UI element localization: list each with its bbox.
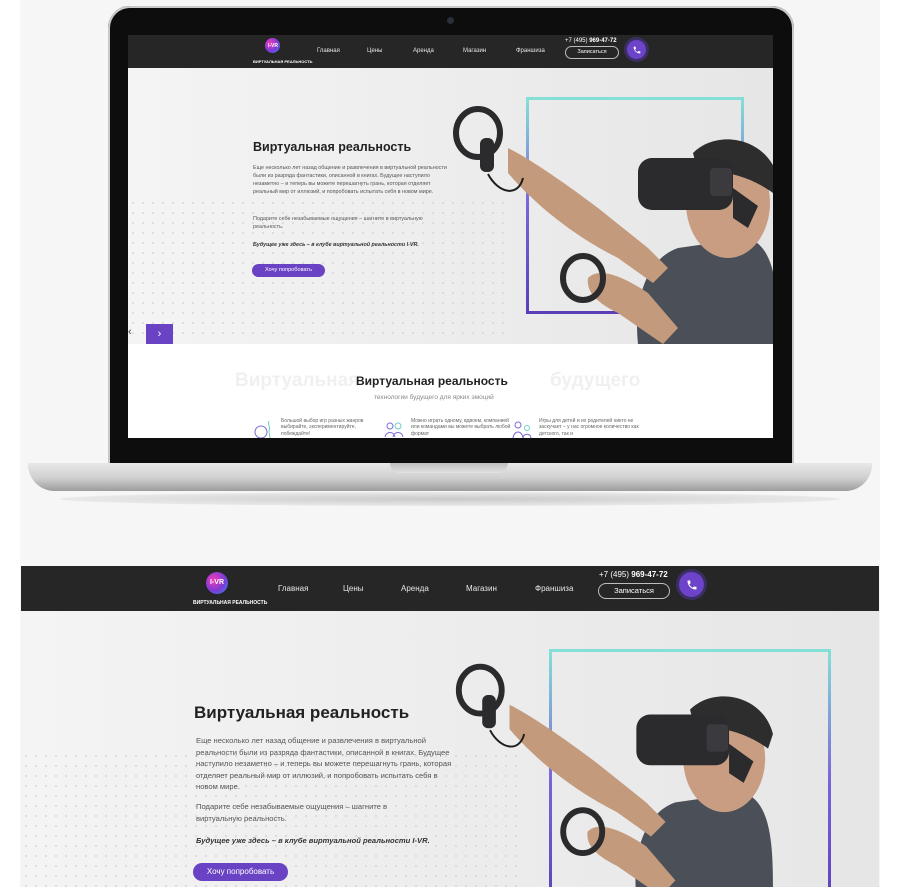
logo-mark-text: I-VR <box>268 43 278 49</box>
phone-prefix: +7 (495) <box>599 570 630 579</box>
phone-prefix: +7 (495) <box>565 38 588 44</box>
site-logo[interactable]: I-VR Виртуальная реальность <box>253 38 312 66</box>
laptop-base <box>28 463 872 491</box>
family-icon <box>512 421 532 438</box>
feature-item: Можно играть одному, вдвоем, компанией и… <box>383 418 513 438</box>
nav-item-shop[interactable]: Магазин <box>463 48 516 54</box>
logo-mark-text: I-VR <box>210 579 224 586</box>
nav-item-home[interactable]: Главная <box>278 584 343 593</box>
nav-item-home[interactable]: Главная <box>317 48 367 54</box>
nav-item-franchise[interactable]: Франшиза <box>535 584 585 593</box>
feature-text: Можно играть одному, вдвоем, компанией и… <box>411 418 511 437</box>
webcam-icon <box>447 17 454 24</box>
hero-section: Виртуальная реальность Еще несколько лет… <box>128 68 773 344</box>
slider-prev-button[interactable]: ‹ <box>128 326 132 338</box>
call-button[interactable] <box>627 40 646 59</box>
site-logo[interactable]: I-VR Виртуальная реальность <box>191 572 267 608</box>
site-header: I-VR Виртуальная реальность Главная Цены… <box>128 35 773 68</box>
group-icon <box>384 422 404 438</box>
vr-player-illustration <box>455 663 773 887</box>
laptop-notch <box>390 463 508 473</box>
hero-paragraph-2: Подарите себе незабываемые ощущения – ша… <box>196 802 388 823</box>
phone-number[interactable]: +7 (495) 969-47-72 <box>565 38 617 44</box>
logo-tagline: Виртуальная реальность <box>193 600 268 606</box>
nav-item-shop[interactable]: Магазин <box>466 584 535 593</box>
hero-section: Виртуальная реальность Еще несколько лет… <box>21 611 879 887</box>
slider-next-button[interactable]: › <box>146 324 173 344</box>
laptop-screen: I-VR Виртуальная реальность Главная Цены… <box>128 35 773 438</box>
main-nav: Главная Цены Аренда Магазин Франшиза <box>317 48 556 54</box>
logo-mark: I-VR <box>265 38 280 53</box>
phone-number[interactable]: +7 (495) 969-47-72 <box>599 570 668 579</box>
logo-tagline: Виртуальная реальность <box>253 59 313 64</box>
phone-icon <box>633 46 640 53</box>
feature-text: Большой выбор игр разных жанров выбирайт… <box>281 418 364 437</box>
signup-button[interactable]: Записаться <box>565 46 619 59</box>
ghost-heading-left: Виртуальная <box>235 370 360 391</box>
ghost-heading-right: будущего <box>550 370 641 391</box>
hero-slogan: Будущее уже здесь – в клубе виртуальной … <box>196 836 430 845</box>
nav-item-franchise[interactable]: Франшиза <box>516 48 556 54</box>
hero-paragraph-2: Подарите себе незабываемые ощущения – ша… <box>253 216 423 230</box>
vr-player-illustration <box>453 106 773 344</box>
nav-item-prices[interactable]: Цены <box>367 48 413 54</box>
phone-digits: 969-47-72 <box>589 38 617 44</box>
main-nav: Главная Цены Аренда Магазин Франшиза <box>278 584 585 593</box>
call-button[interactable] <box>679 572 704 597</box>
zoomed-page: I-VR Виртуальная реальность Главная Цены… <box>21 566 879 887</box>
feature-text: Игры для детей и их родителей никто не з… <box>539 418 639 437</box>
hero-title: Виртуальная реальность <box>194 703 410 722</box>
phone-digits: 969-47-72 <box>631 570 668 579</box>
site-header: I-VR Виртуальная реальность Главная Цены… <box>21 566 879 611</box>
features-section: Виртуальная будущего Виртуальная реально… <box>128 344 773 438</box>
try-button[interactable]: Хочу попробовать <box>193 863 288 881</box>
phone-icon <box>687 580 696 589</box>
bowling-icon <box>254 420 271 438</box>
hero-title: Виртуальная реальность <box>253 140 412 154</box>
nav-item-prices[interactable]: Цены <box>343 584 401 593</box>
feature-item: Игры для детей и их родителей никто не з… <box>511 418 646 438</box>
feature-item: Большой выбор игр разных жанров выбирайт… <box>253 418 383 438</box>
laptop-shadow <box>60 492 840 506</box>
hero-slogan: Будущее уже здесь – в клубе виртуальной … <box>253 242 419 248</box>
hero-paragraph-1: Еще несколько лет назад общение и развле… <box>196 736 452 791</box>
features-title: Виртуальная реальность <box>356 374 508 388</box>
nav-item-rent[interactable]: Аренда <box>401 584 466 593</box>
signup-button[interactable]: Записаться <box>598 583 670 599</box>
nav-item-rent[interactable]: Аренда <box>413 48 463 54</box>
logo-mark: I-VR <box>206 572 228 594</box>
features-subtitle: технологии будущего для ярких эмоций <box>374 394 494 401</box>
try-button[interactable]: Хочу попробовать <box>252 264 325 277</box>
hero-paragraph-1: Еще несколько лет назад общение и развле… <box>253 165 447 195</box>
